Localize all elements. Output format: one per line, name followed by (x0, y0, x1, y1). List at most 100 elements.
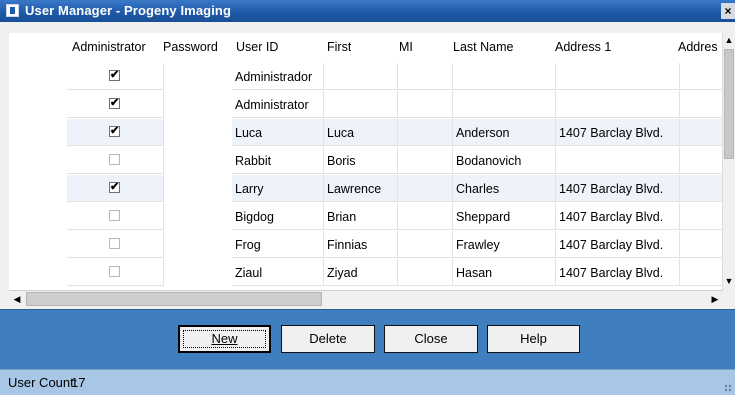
cell-first[interactable]: Finnias (324, 231, 398, 258)
cell-mi[interactable] (398, 63, 453, 90)
cell-address-1[interactable]: 1407 Barclay Blvd. (556, 231, 680, 258)
cell-address-1[interactable]: 1407 Barclay Blvd. (556, 175, 680, 202)
resize-grip-icon[interactable] (724, 384, 732, 392)
help-button-label: Help (520, 331, 547, 346)
app-icon (6, 4, 19, 17)
cell-last-name[interactable]: Bodanovich (453, 147, 556, 174)
cell-last-name[interactable]: Hasan (453, 259, 556, 286)
vertical-scroll-thumb[interactable] (724, 49, 734, 159)
column-header-first[interactable]: First (327, 33, 351, 61)
new-button[interactable]: New (178, 325, 271, 353)
cell-administrator: ✔ (67, 91, 164, 118)
delete-button[interactable]: Delete (281, 325, 375, 353)
cell-first[interactable]: Boris (324, 147, 398, 174)
cell-last-name[interactable]: Charles (453, 175, 556, 202)
help-button[interactable]: Help (487, 325, 580, 353)
title-bar[interactable]: User Manager - Progeny Imaging × (0, 0, 735, 22)
cell-address-2[interactable] (680, 91, 723, 118)
delete-button-label: Delete (309, 331, 347, 346)
table-row[interactable]: Frog Finnias Frawley 1407 Barclay Blvd. (9, 231, 723, 259)
vertical-scrollbar[interactable]: ▲ ▼ (722, 33, 735, 290)
cell-last-name[interactable]: Frawley (453, 231, 556, 258)
cell-address-2[interactable] (680, 63, 723, 90)
scroll-right-icon[interactable]: ▶ (707, 291, 723, 307)
cell-address-2[interactable] (680, 147, 723, 174)
cell-address-1[interactable] (556, 91, 680, 118)
cell-address-1[interactable]: 1407 Barclay Blvd. (556, 203, 680, 230)
cell-mi[interactable] (398, 203, 453, 230)
cell-user-id[interactable]: Administrator (232, 91, 324, 118)
cell-mi[interactable] (398, 175, 453, 202)
cell-mi[interactable] (398, 231, 453, 258)
user-count-label: User Count: (8, 375, 78, 390)
administrator-checkbox[interactable] (109, 266, 120, 277)
cell-user-id[interactable]: Luca (232, 119, 324, 146)
cell-address-1[interactable]: 1407 Barclay Blvd. (556, 119, 680, 146)
table-row[interactable]: Ziaul Ziyad Hasan 1407 Barclay Blvd. (9, 259, 723, 287)
table-row[interactable]: ✔ Larry Lawrence Charles 1407 Barclay Blvd. (9, 175, 723, 203)
user-manager-window: User Manager - Progeny Imaging × Adminis… (0, 0, 735, 395)
column-header-address-1[interactable]: Address 1 (555, 33, 611, 61)
cell-mi[interactable] (398, 259, 453, 286)
administrator-checkbox[interactable] (109, 210, 120, 221)
grid-header-row: Administrator Password User ID First MI … (9, 33, 723, 61)
administrator-checkbox[interactable] (109, 154, 120, 165)
cell-administrator (67, 147, 164, 174)
cell-first[interactable] (324, 91, 398, 118)
cell-first[interactable]: Ziyad (324, 259, 398, 286)
cell-user-id[interactable]: Rabbit (232, 147, 324, 174)
cell-address-2[interactable] (680, 203, 723, 230)
scroll-up-icon[interactable]: ▲ (723, 33, 735, 48)
cell-first[interactable] (324, 63, 398, 90)
scroll-down-icon[interactable]: ▼ (723, 274, 735, 289)
cell-address-2[interactable] (680, 231, 723, 258)
cell-address-2[interactable] (680, 175, 723, 202)
cell-user-id[interactable]: Frog (232, 231, 324, 258)
cell-first[interactable]: Brian (324, 203, 398, 230)
cell-last-name[interactable]: Sheppard (453, 203, 556, 230)
administrator-checkbox[interactable]: ✔ (109, 126, 120, 137)
cell-address-2[interactable] (680, 119, 723, 146)
administrator-checkbox[interactable]: ✔ (109, 70, 120, 81)
horizontal-scroll-thumb[interactable] (26, 292, 322, 306)
cell-first[interactable]: Lawrence (324, 175, 398, 202)
button-bar: New Delete Close Help (0, 309, 735, 369)
cell-address-1[interactable]: 1407 Barclay Blvd. (556, 259, 680, 286)
horizontal-scrollbar[interactable]: ◀ ▶ (9, 290, 723, 307)
cell-user-id[interactable]: Bigdog (232, 203, 324, 230)
column-header-address-2[interactable]: Addres (678, 33, 723, 61)
cell-address-2[interactable] (680, 259, 723, 286)
status-bar: User Count: 17 (0, 369, 735, 395)
column-header-user-id[interactable]: User ID (236, 33, 278, 61)
cell-mi[interactable] (398, 91, 453, 118)
cell-mi[interactable] (398, 147, 453, 174)
administrator-checkbox[interactable]: ✔ (109, 98, 120, 109)
cell-last-name[interactable] (453, 91, 556, 118)
cell-administrator: ✔ (67, 175, 164, 202)
table-row[interactable]: Rabbit Boris Bodanovich (9, 147, 723, 175)
close-button[interactable]: Close (384, 325, 478, 353)
table-row[interactable]: Bigdog Brian Sheppard 1407 Barclay Blvd. (9, 203, 723, 231)
cell-user-id[interactable]: Larry (232, 175, 324, 202)
cell-user-id[interactable]: Administrador (232, 63, 324, 90)
table-row[interactable]: ✔ Administrator (9, 91, 723, 119)
cell-address-1[interactable] (556, 147, 680, 174)
cell-last-name[interactable] (453, 63, 556, 90)
column-header-administrator[interactable]: Administrator (72, 33, 146, 61)
cell-last-name[interactable]: Anderson (453, 119, 556, 146)
users-grid: Administrator Password User ID First MI … (9, 33, 723, 290)
table-row[interactable]: ✔ Luca Luca Anderson 1407 Barclay Blvd. (9, 119, 723, 147)
cell-mi[interactable] (398, 119, 453, 146)
administrator-checkbox[interactable] (109, 238, 120, 249)
close-button-label: Close (414, 331, 448, 346)
cell-user-id[interactable]: Ziaul (232, 259, 324, 286)
scroll-left-icon[interactable]: ◀ (9, 291, 25, 307)
cell-address-1[interactable] (556, 63, 680, 90)
cell-first[interactable]: Luca (324, 119, 398, 146)
column-header-last-name[interactable]: Last Name (453, 33, 513, 61)
column-header-password[interactable]: Password (163, 33, 218, 61)
column-header-mi[interactable]: MI (399, 33, 413, 61)
table-row[interactable]: ✔ Administrador (9, 63, 723, 91)
close-window-icon[interactable]: × (721, 3, 735, 19)
administrator-checkbox[interactable]: ✔ (109, 182, 120, 193)
